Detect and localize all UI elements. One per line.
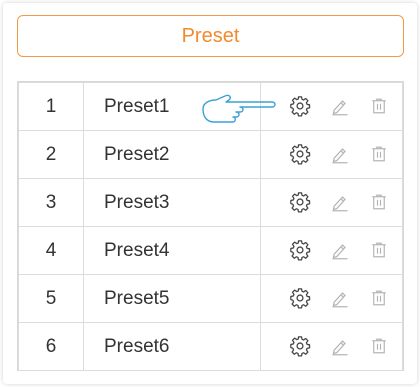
preset-name: Preset3 bbox=[83, 178, 261, 227]
preset-button[interactable]: Preset bbox=[17, 15, 404, 57]
trash-icon[interactable] bbox=[370, 288, 388, 308]
preset-actions bbox=[260, 130, 403, 179]
preset-name: Preset5 bbox=[83, 274, 261, 323]
preset-name: Preset6 bbox=[83, 322, 261, 371]
gear-icon[interactable] bbox=[289, 191, 311, 214]
preset-actions bbox=[260, 322, 403, 371]
gear-icon[interactable] bbox=[289, 239, 311, 262]
trash-icon[interactable] bbox=[370, 336, 388, 356]
preset-row: 6 Preset6 bbox=[18, 322, 403, 371]
preset-index: 3 bbox=[18, 178, 84, 227]
rename-pencil-icon[interactable] bbox=[330, 192, 350, 212]
trash-icon[interactable] bbox=[370, 144, 388, 164]
preset-row: 4 Preset4 bbox=[18, 226, 403, 275]
preset-index: 4 bbox=[18, 226, 84, 275]
rename-pencil-icon[interactable] bbox=[330, 336, 350, 356]
gear-icon[interactable] bbox=[289, 143, 311, 166]
gear-icon[interactable] bbox=[289, 95, 311, 118]
gear-icon[interactable] bbox=[289, 335, 311, 358]
preset-name: Preset4 bbox=[83, 226, 261, 275]
preset-index: 6 bbox=[18, 322, 84, 371]
preset-index: 2 bbox=[18, 130, 84, 179]
preset-index: 5 bbox=[18, 274, 84, 323]
preset-index: 1 bbox=[18, 82, 84, 131]
preset-row: 3 Preset3 bbox=[18, 178, 403, 227]
trash-icon[interactable] bbox=[370, 96, 388, 116]
rename-pencil-icon[interactable] bbox=[330, 240, 350, 260]
preset-actions bbox=[260, 178, 403, 227]
trash-icon[interactable] bbox=[370, 192, 388, 212]
preset-actions bbox=[260, 226, 403, 275]
rename-pencil-icon[interactable] bbox=[330, 288, 350, 308]
gear-icon[interactable] bbox=[289, 287, 311, 310]
preset-actions bbox=[260, 82, 403, 131]
preset-actions bbox=[260, 274, 403, 323]
rename-pencil-icon[interactable] bbox=[330, 96, 350, 116]
preset-row: 5 Preset5 bbox=[18, 274, 403, 323]
trash-icon[interactable] bbox=[370, 240, 388, 260]
preset-row: 2 Preset2 bbox=[18, 130, 403, 179]
pointing-hand-icon bbox=[200, 92, 278, 130]
rename-pencil-icon[interactable] bbox=[330, 144, 350, 164]
preset-name: Preset2 bbox=[83, 130, 261, 179]
